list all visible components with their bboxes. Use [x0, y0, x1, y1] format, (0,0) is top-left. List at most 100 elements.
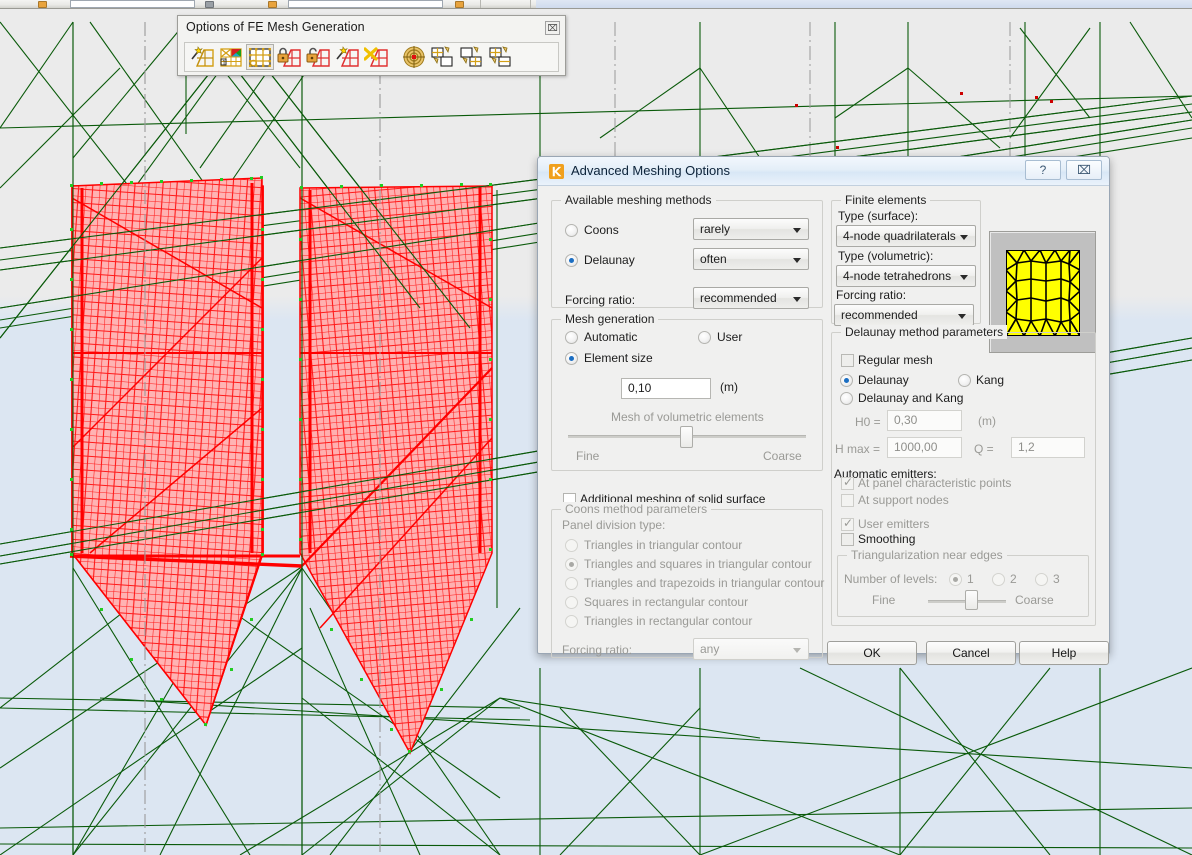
- toolbar-combo-a[interactable]: [70, 0, 195, 8]
- unlock-mesh-icon[interactable]: [304, 44, 332, 70]
- mesh-refine-icon[interactable]: [429, 44, 457, 70]
- label-triangles-squares-triangular: Triangles and squares in triangular cont…: [584, 557, 812, 571]
- volumetric-slider-thumb[interactable]: [680, 426, 693, 448]
- radio-delaunay-method[interactable]: [840, 374, 853, 387]
- combo-coons-forcing-ratio[interactable]: any: [693, 638, 809, 660]
- hmax-input[interactable]: 1000,00: [887, 437, 962, 458]
- label-fe-forcing-ratio: Forcing ratio:: [836, 288, 906, 302]
- label-q: Q =: [974, 442, 994, 456]
- q-input[interactable]: 1,2: [1011, 437, 1085, 458]
- radio-triangles-trapezoids-triangular[interactable]: [565, 577, 578, 590]
- radio-element-size[interactable]: [565, 352, 578, 365]
- chevron-down-icon: [960, 235, 968, 240]
- combo-coons-frequency-value: rarely: [700, 222, 730, 236]
- radio-delaunay-and-kang[interactable]: [840, 392, 853, 405]
- mesh-generation-legend: Mesh generation: [561, 312, 658, 326]
- radio-triangles-triangular[interactable]: [565, 539, 578, 552]
- chevron-down-icon: [793, 648, 801, 653]
- advanced-meshing-options-dialog[interactable]: Advanced Meshing Options ? ⌧ Available m…: [537, 156, 1110, 654]
- label-h0: H0 =: [855, 415, 881, 429]
- label-triangles-rectangular: Triangles in rectangular contour: [584, 614, 752, 628]
- combo-coons-forcing-ratio-value: any: [700, 642, 719, 656]
- label-user: User: [717, 330, 742, 344]
- radio-kang[interactable]: [958, 374, 971, 387]
- chevron-down-icon: [958, 314, 966, 319]
- generate-mesh-icon[interactable]: [188, 44, 216, 70]
- combo-methods-forcing-ratio[interactable]: recommended: [693, 287, 809, 309]
- label-squares-rectangular: Squares in rectangular contour: [584, 595, 748, 609]
- mesh-coarse-icon[interactable]: [458, 44, 486, 70]
- label-automatic: Automatic: [584, 330, 637, 344]
- radio-levels-3[interactable]: [1035, 573, 1048, 586]
- radio-squares-rectangular[interactable]: [565, 596, 578, 609]
- radio-triangles-rectangular[interactable]: [565, 615, 578, 628]
- triangularization-slider-thumb[interactable]: [965, 590, 978, 610]
- delete-mesh-icon[interactable]: [362, 44, 390, 70]
- label-delaunay: Delaunay: [584, 253, 635, 267]
- label-coons: Coons: [584, 223, 619, 237]
- h0-input[interactable]: 0,30: [887, 410, 962, 431]
- radio-delaunay[interactable]: [565, 254, 578, 267]
- label-type-volumetric: Type (volumetric):: [838, 249, 933, 263]
- host-app-toolbar-strip: [0, 0, 1192, 9]
- svg-text:1: 1: [222, 60, 226, 67]
- fe-toolbar-close-icon[interactable]: ⌧: [545, 21, 560, 35]
- radio-triangles-squares-triangular[interactable]: [565, 558, 578, 571]
- radio-levels-2[interactable]: [992, 573, 1005, 586]
- volumetric-slider-label: Mesh of volumetric elements: [611, 410, 764, 424]
- dialog-help-icon[interactable]: ?: [1025, 160, 1061, 180]
- checkbox-smoothing[interactable]: [841, 533, 854, 546]
- app-icon: [549, 164, 564, 179]
- help-button[interactable]: Help: [1019, 641, 1109, 665]
- radio-user[interactable]: [698, 331, 711, 344]
- radio-automatic[interactable]: [565, 331, 578, 344]
- checkbox-user-emitters[interactable]: [841, 518, 854, 531]
- radio-coons[interactable]: [565, 224, 578, 237]
- delaunay-parameters-legend: Delaunay method parameters: [841, 325, 1007, 339]
- chevron-down-icon: [793, 297, 801, 302]
- checkbox-at-panel-characteristic-points[interactable]: [841, 477, 854, 490]
- lock-mesh-icon[interactable]: [275, 44, 303, 70]
- dialog-titlebar[interactable]: Advanced Meshing Options ? ⌧: [538, 157, 1109, 186]
- cancel-button[interactable]: Cancel: [926, 641, 1016, 665]
- triangularization-legend: Triangularization near edges: [847, 548, 1007, 562]
- regenerate-mesh-icon[interactable]: [333, 44, 361, 70]
- triangularization-near-edges-group: Triangularization near edges: [837, 555, 1089, 617]
- combo-fe-forcing-ratio-value: recommended: [841, 308, 918, 322]
- toolbar-icon-a[interactable]: [38, 1, 47, 8]
- emitter-icon[interactable]: [400, 44, 428, 70]
- mesh-split-icon[interactable]: [487, 44, 515, 70]
- toolbar-icon-d[interactable]: [455, 1, 464, 8]
- volumetric-slider-min-label: Fine: [576, 449, 599, 463]
- label-at-support-nodes: At support nodes: [858, 493, 949, 507]
- label-delaunay-and-kang: Delaunay and Kang: [858, 391, 963, 405]
- fe-mesh-generation-toolbar[interactable]: Options of FE Mesh Generation ⌧ 1: [177, 15, 566, 76]
- dialog-close-icon[interactable]: ⌧: [1066, 160, 1102, 180]
- combo-type-surface[interactable]: 4-node quadrilaterals: [836, 225, 976, 247]
- toolbar-combo-b[interactable]: [288, 0, 443, 8]
- combo-type-surface-value: 4-node quadrilaterals: [843, 229, 956, 243]
- checkbox-regular-mesh[interactable]: [841, 354, 854, 367]
- radio-levels-1[interactable]: [949, 573, 962, 586]
- toolbar-icon-b[interactable]: [205, 1, 214, 8]
- label-kang: Kang: [976, 373, 1004, 387]
- label-hmax: H max =: [835, 442, 880, 456]
- mesh-freeze-icon[interactable]: [246, 44, 274, 70]
- combo-coons-frequency[interactable]: rarely: [693, 218, 809, 240]
- label-element-size: Element size: [584, 351, 653, 365]
- volumetric-slider-max-label: Coarse: [763, 449, 802, 463]
- coons-parameters-legend: Coons method parameters: [561, 502, 711, 516]
- toolbar-icon-c[interactable]: [268, 1, 277, 8]
- ok-button[interactable]: OK: [827, 641, 917, 665]
- combo-delaunay-frequency[interactable]: often: [693, 248, 809, 270]
- combo-type-volumetric[interactable]: 4-node tetrahedrons: [836, 265, 976, 287]
- label-regular-mesh: Regular mesh: [858, 353, 933, 367]
- checkbox-at-support-nodes[interactable]: [841, 494, 854, 507]
- mesh-options-icon[interactable]: 1: [217, 44, 245, 70]
- combo-delaunay-frequency-value: often: [700, 252, 727, 266]
- combo-fe-forcing-ratio[interactable]: recommended: [834, 304, 974, 326]
- label-triangles-triangular: Triangles in triangular contour: [584, 538, 742, 552]
- element-size-input[interactable]: 0,10: [621, 378, 711, 399]
- fe-toolbar-button-tray: 1: [184, 42, 559, 72]
- label-triangles-trapezoids-triangular: Triangles and trapezoids in triangular c…: [584, 576, 824, 590]
